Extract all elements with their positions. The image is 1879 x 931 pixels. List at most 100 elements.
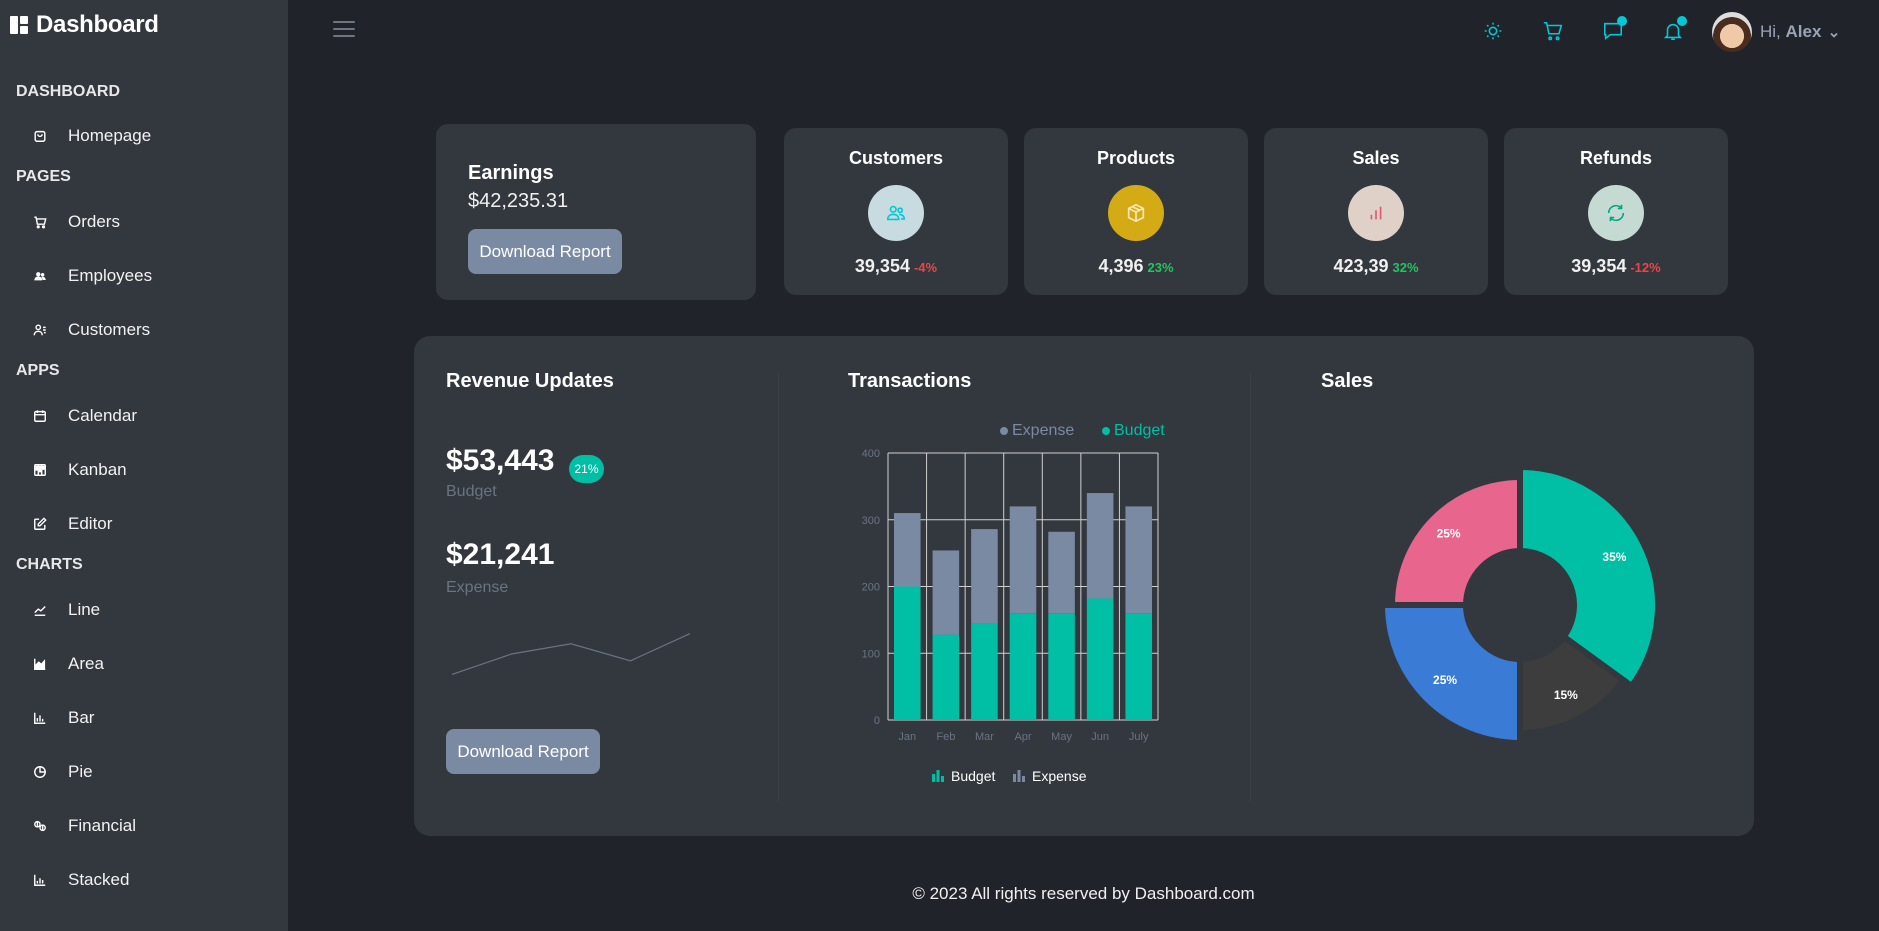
brand[interactable]: Dashboard bbox=[10, 8, 159, 42]
sidebar-item-label: Customers bbox=[68, 320, 151, 339]
sidebar-item-customers[interactable]: Customers bbox=[30, 316, 150, 344]
stat-value: 39,354 bbox=[854, 256, 910, 276]
sidebar-item-calendar[interactable]: Calendar bbox=[30, 402, 137, 430]
bar-budget-jan[interactable] bbox=[894, 586, 921, 721]
sidebar-item-orders[interactable]: Orders bbox=[30, 208, 120, 236]
user-profile-menu[interactable]: Hi, Alex bbox=[1712, 12, 1839, 52]
sidebar-item-label: Financial bbox=[68, 816, 137, 835]
sidebar-item-financial[interactable]: Financial bbox=[30, 812, 136, 840]
budget-badge: 21% bbox=[569, 455, 604, 483]
legend-budget[interactable]: Budget bbox=[1102, 422, 1165, 440]
stat-change: 23% bbox=[1147, 260, 1174, 275]
legend-bottom-budget[interactable]: Budget bbox=[931, 768, 995, 784]
edit-icon bbox=[30, 514, 50, 534]
divider bbox=[1250, 372, 1251, 802]
bar-budget-jun[interactable] bbox=[1086, 598, 1114, 720]
shopping-bag-icon bbox=[30, 126, 50, 146]
bar-expense-apr[interactable] bbox=[1009, 506, 1037, 614]
sidebar-item-label: Calendar bbox=[68, 406, 137, 425]
legend-expense[interactable]: Expense bbox=[1000, 422, 1074, 440]
sidebar-item-label: Pie bbox=[68, 762, 93, 781]
bar-budget-apr[interactable] bbox=[1009, 613, 1037, 720]
sidebar-item-line[interactable]: Line bbox=[30, 596, 100, 624]
x-tick-label: Mar bbox=[975, 731, 994, 743]
greeting: Hi, Alex bbox=[1760, 22, 1822, 41]
pie-chart-icon bbox=[30, 762, 50, 782]
stat-title: Sales bbox=[1352, 148, 1400, 168]
area-chart-icon bbox=[30, 654, 50, 674]
bar-chart-icon bbox=[1013, 770, 1025, 782]
section-pages: PAGES bbox=[16, 168, 71, 185]
sidebar-item-label: Line bbox=[68, 600, 101, 619]
x-tick-label: Jan bbox=[898, 731, 916, 743]
sidebar-item-label: Bar bbox=[68, 708, 95, 727]
stat-card-products: Products 4,396 23% bbox=[1024, 128, 1248, 295]
pie-slice-label: 25% bbox=[1437, 527, 1461, 541]
section-charts: CHARTS bbox=[16, 556, 83, 573]
stat-change: 32% bbox=[1392, 260, 1419, 275]
sparkline-series bbox=[451, 633, 691, 675]
earnings-card: Earnings $42,235.31 Download Report bbox=[436, 124, 756, 300]
legend-dot bbox=[1102, 427, 1110, 435]
transactions-title: Transactions bbox=[848, 370, 972, 392]
theme-sun-icon[interactable] bbox=[1480, 18, 1506, 44]
bar-chart-icon bbox=[932, 770, 944, 782]
bar-chart-icon[interactable] bbox=[1348, 185, 1404, 241]
stat-title: Products bbox=[1096, 148, 1175, 168]
pie-slice-3[interactable] bbox=[1388, 473, 1523, 608]
cart-icon[interactable] bbox=[1540, 18, 1566, 44]
bar-expense-mar[interactable] bbox=[971, 529, 998, 624]
section-apps: APPS bbox=[16, 362, 60, 379]
revenue-title: Revenue Updates bbox=[446, 370, 614, 392]
y-tick-label: 100 bbox=[862, 648, 880, 660]
bar-expense-feb[interactable] bbox=[932, 550, 960, 635]
stat-title: Customers bbox=[848, 148, 944, 168]
financial-icon bbox=[30, 816, 50, 836]
avatar bbox=[1712, 12, 1752, 52]
download-report-button[interactable]: Download Report bbox=[468, 229, 622, 274]
user-list-icon bbox=[30, 320, 50, 340]
bar-expense-jan[interactable] bbox=[894, 513, 921, 587]
sidebar-item-label: Homepage bbox=[68, 126, 152, 145]
sidebar-item-label: Editor bbox=[68, 514, 113, 533]
bar-budget-mar[interactable] bbox=[971, 623, 998, 720]
sidebar-item-homepage[interactable]: Homepage bbox=[30, 122, 151, 150]
earnings-label: Earnings bbox=[468, 162, 554, 184]
footer-text: © 2023 All rights reserved by Dashboard.… bbox=[912, 884, 1255, 903]
cart-icon bbox=[30, 212, 50, 232]
y-tick-label: 400 bbox=[862, 448, 880, 460]
sidebar-item-kanban[interactable]: Kanban bbox=[30, 456, 127, 484]
bar-budget-may[interactable] bbox=[1048, 613, 1075, 720]
stat-change: -12% bbox=[1630, 260, 1661, 275]
bar-expense-july[interactable] bbox=[1125, 506, 1152, 614]
sidebar-item-area[interactable]: Area bbox=[30, 650, 104, 678]
customers-icon[interactable] bbox=[868, 185, 924, 241]
download-report-button-revenue[interactable]: Download Report bbox=[446, 729, 600, 774]
refresh-icon[interactable] bbox=[1588, 185, 1644, 241]
kanban-icon bbox=[30, 460, 50, 480]
users-icon bbox=[30, 266, 50, 286]
sidebar-item-label: Orders bbox=[68, 212, 120, 231]
line-chart-icon bbox=[30, 600, 50, 620]
legend-label: Expense bbox=[1012, 422, 1075, 439]
legend-bottom-expense[interactable]: Expense bbox=[1012, 768, 1086, 784]
pie-slice-label: 15% bbox=[1554, 688, 1578, 702]
bar-budget-feb[interactable] bbox=[932, 634, 960, 720]
legend-dot bbox=[1000, 427, 1008, 435]
bar-expense-jun[interactable] bbox=[1086, 493, 1114, 599]
bar-expense-may[interactable] bbox=[1048, 531, 1075, 614]
budget-value: $53,443 bbox=[446, 444, 555, 477]
sparkline-chart bbox=[451, 633, 691, 675]
bell-notification-dot bbox=[1677, 16, 1687, 26]
stat-card-sales: Sales 423,39 32% bbox=[1264, 128, 1488, 295]
sidebar-item-bar[interactable]: Bar bbox=[30, 704, 94, 732]
dashboard-logo-icon bbox=[10, 16, 28, 34]
stat-change: -4% bbox=[913, 260, 938, 275]
sidebar: Dashboard DASHBOARD Homepage PAGES Order… bbox=[0, 0, 288, 931]
bar-budget-july[interactable] bbox=[1125, 613, 1152, 720]
box-icon[interactable] bbox=[1108, 185, 1164, 241]
sidebar-item-pie[interactable]: Pie bbox=[30, 758, 93, 786]
menu-toggle-icon[interactable] bbox=[333, 21, 355, 39]
sidebar-item-employees[interactable]: Employees bbox=[30, 262, 152, 290]
sidebar-item-editor[interactable]: Editor bbox=[30, 510, 112, 538]
